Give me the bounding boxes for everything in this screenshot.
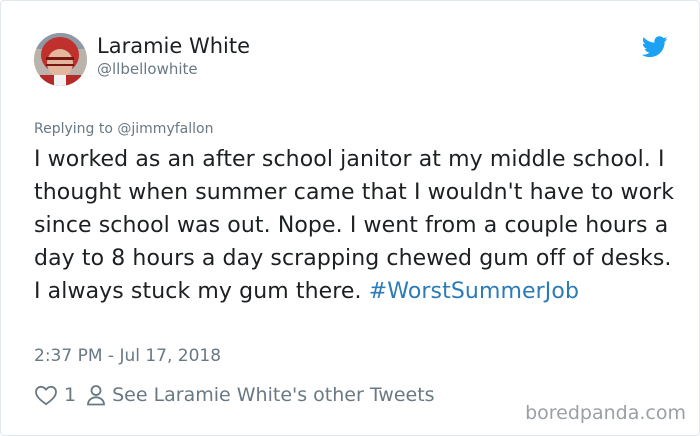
- replying-to-line: Replying to @jimmyfallon: [34, 120, 213, 138]
- hashtag-link[interactable]: #WorstSummerJob: [369, 279, 579, 304]
- author-display-name[interactable]: Laramie White: [97, 33, 250, 59]
- author-avatar[interactable]: [34, 33, 87, 86]
- tweet-text: I worked as an after school janitor at m…: [34, 143, 684, 308]
- person-icon: [87, 385, 105, 406]
- tweet-actions: 1 See Laramie White's other Tweets: [34, 381, 435, 409]
- avatar-photo-icon: [34, 33, 87, 86]
- tweet-card: Laramie White @llbellowhite Replying to …: [0, 0, 700, 436]
- replying-to-prefix: Replying to: [34, 121, 118, 137]
- reply-mention-link[interactable]: @jimmyfallon: [117, 121, 213, 137]
- author-handle[interactable]: @llbellowhite: [97, 59, 198, 79]
- twitter-bird-icon[interactable]: [642, 36, 668, 58]
- tweet-timestamp[interactable]: 2:37 PM - Jul 17, 2018: [34, 345, 221, 367]
- like-count[interactable]: 1: [64, 384, 76, 406]
- heart-icon[interactable]: [34, 384, 58, 406]
- see-other-tweets-link[interactable]: See Laramie White's other Tweets: [112, 384, 434, 406]
- boredpanda-watermark: boredpanda.com: [525, 402, 686, 424]
